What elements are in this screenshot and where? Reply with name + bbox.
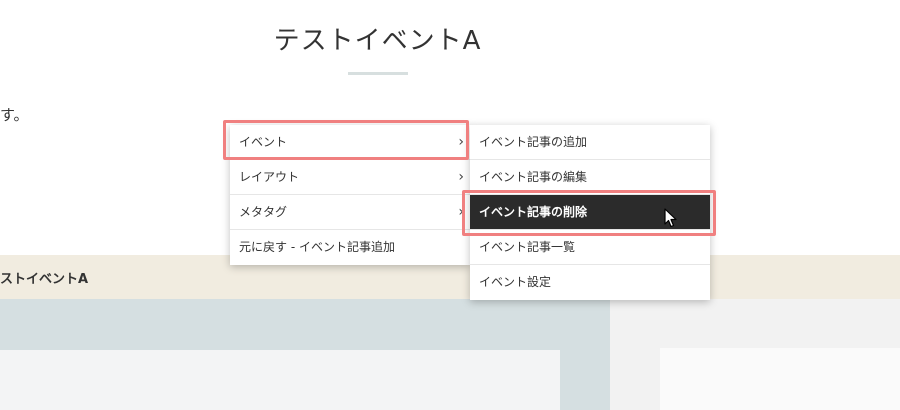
title-divider [348,72,408,75]
page-title: テストイベントA [273,26,482,56]
context-menu-item-label: レイアウト [239,170,300,184]
chevron-right-icon: › [458,169,464,185]
submenu-item-add-article[interactable]: イベント記事の追加 [470,125,710,160]
context-menu: イベント › レイアウト › メタタグ › 元に戻す - イベント記事追加 [230,125,470,265]
body-text-fragment: す。 [0,106,29,124]
context-menu-item-event[interactable]: イベント › [230,125,470,160]
mouse-pointer-icon [664,208,677,228]
content-panel-right-inner [660,348,900,410]
context-menu-item-undo[interactable]: 元に戻す - イベント記事追加 [230,230,470,265]
submenu-item-event-settings[interactable]: イベント設定 [470,265,710,300]
content-panel-left-inner [0,350,560,410]
context-menu-item-label: 元に戻す - イベント記事追加 [239,240,395,254]
chevron-right-icon: › [458,204,464,220]
submenu-item-edit-article[interactable]: イベント記事の編集 [470,160,710,195]
context-menu-item-layout[interactable]: レイアウト › [230,160,470,195]
submenu-item-article-list[interactable]: イベント記事一覧 [470,230,710,265]
section-header-label: ストイベントA [0,272,89,287]
chevron-right-icon: › [458,134,464,150]
context-menu-item-label: イベント [239,135,288,149]
context-menu-item-label: メタタグ [239,205,288,219]
context-menu-item-metatag[interactable]: メタタグ › [230,195,470,230]
